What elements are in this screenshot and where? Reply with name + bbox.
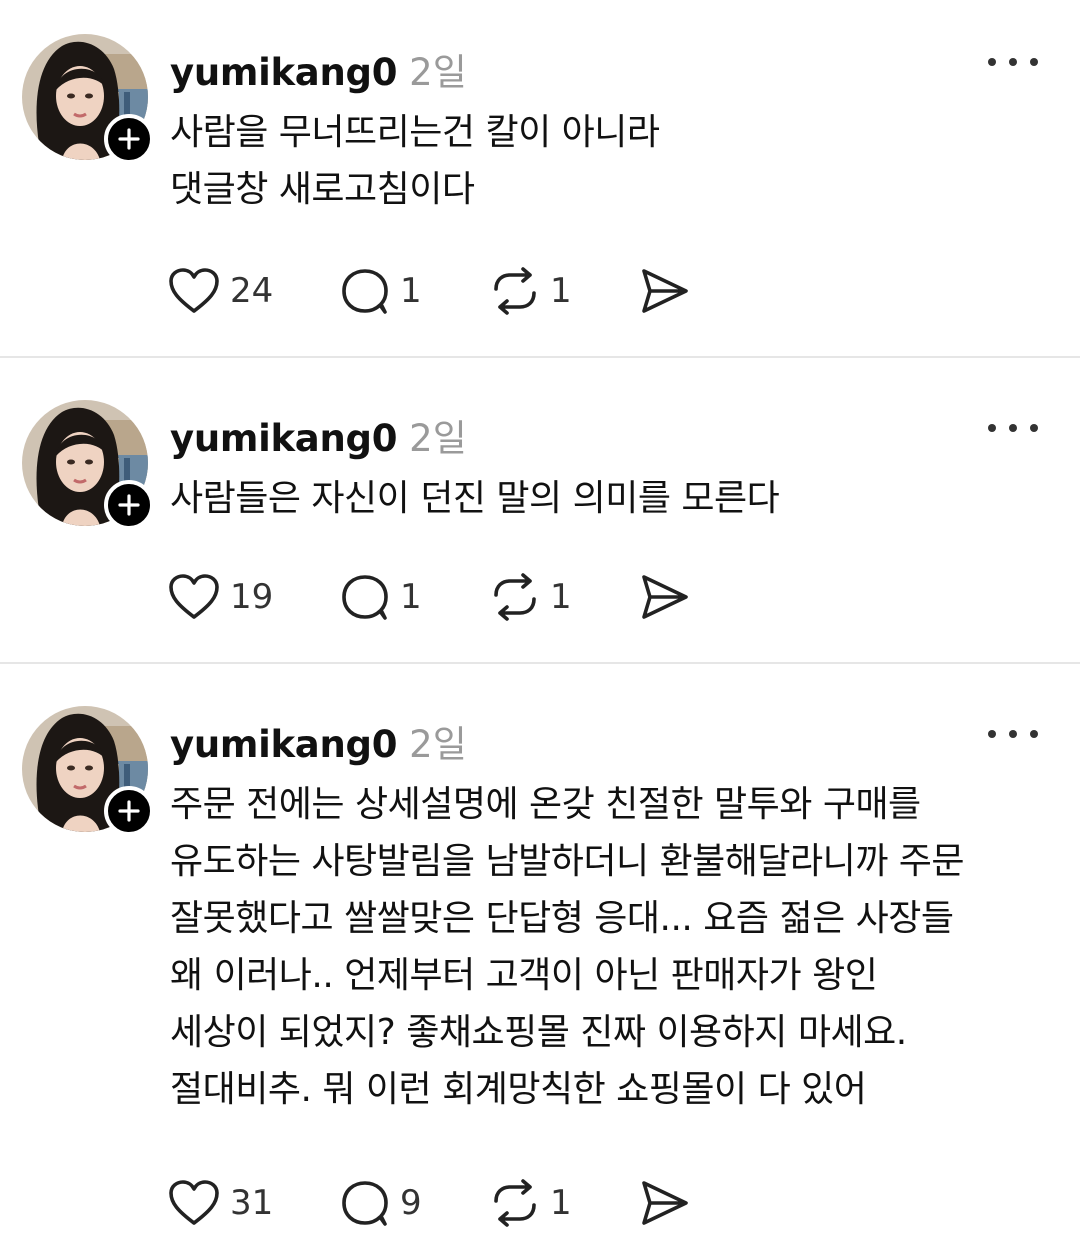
- username[interactable]: yumikang0: [170, 723, 397, 766]
- more-dots-icon[interactable]: [988, 418, 1038, 438]
- more-dots-icon[interactable]: [988, 52, 1038, 72]
- heart-icon: [169, 574, 219, 619]
- post-text-line: 댓글창 새로고침이다: [170, 169, 475, 210]
- post-text-line: 왜 이러나.. 언제부터 고객이 아닌 판매자가 왕인: [170, 955, 878, 996]
- reply-count: 9: [400, 1183, 422, 1223]
- repost-button[interactable]: 1: [490, 572, 572, 622]
- reply-count: 1: [400, 577, 422, 617]
- repost-count: 1: [550, 1183, 572, 1223]
- post-time: 2일: [409, 417, 467, 460]
- more-dots-icon[interactable]: [988, 724, 1038, 744]
- follow-button[interactable]: [104, 114, 154, 164]
- post-text-line: 절대비추. 뭐 이런 회계망칙한 쇼핑몰이 다 있어: [170, 1069, 867, 1110]
- follow-button[interactable]: [104, 480, 154, 530]
- like-button[interactable]: 24: [168, 266, 273, 316]
- like-count: 24: [230, 271, 274, 311]
- repost-icon: [494, 267, 536, 315]
- share-button[interactable]: [638, 266, 690, 316]
- speech-bubble-icon: [342, 1181, 388, 1226]
- reply-button[interactable]: 1: [340, 266, 422, 316]
- follow-button[interactable]: [104, 786, 154, 836]
- post-actions: 31 9 1: [168, 1178, 728, 1228]
- post-text-line: 세상이 되었지? 좋채쇼핑몰 진짜 이용하지 마세요.: [170, 1012, 907, 1053]
- like-count: 19: [230, 577, 274, 617]
- post-divider: [0, 356, 1080, 358]
- send-icon: [642, 1181, 688, 1225]
- like-button[interactable]: 31: [168, 1178, 273, 1228]
- post-actions: 24 1 1: [168, 266, 728, 316]
- repost-count: 1: [550, 577, 572, 617]
- post-header: yumikang0 2일: [170, 42, 467, 94]
- post-time: 2일: [409, 723, 467, 766]
- repost-icon: [494, 573, 536, 621]
- send-icon: [642, 269, 688, 313]
- repost-button[interactable]: 1: [490, 1178, 572, 1228]
- username[interactable]: yumikang0: [170, 417, 397, 460]
- username[interactable]: yumikang0: [170, 51, 397, 94]
- like-button[interactable]: 19: [168, 572, 273, 622]
- post-text-line: 사람을 무너뜨리는건 칼이 아니라: [170, 112, 660, 153]
- post-time: 2일: [409, 51, 467, 94]
- post-text: 주문 전에는 상세설명에 온갖 친절한 말투와 구매를 유도하는 사탕발림을 남…: [170, 776, 1050, 1118]
- post-actions: 19 1 1: [168, 572, 728, 622]
- repost-icon: [494, 1179, 536, 1227]
- plus-icon: [118, 494, 140, 516]
- post-divider: [0, 662, 1080, 664]
- post-header: yumikang0 2일: [170, 408, 467, 460]
- share-button[interactable]: [638, 1178, 690, 1228]
- heart-icon: [169, 268, 219, 313]
- thread-feed: yumikang0 2일 사람을 무너뜨리는건 칼이 아니라 댓글창 새로고침이…: [0, 0, 1080, 1260]
- post-text: 사람을 무너뜨리는건 칼이 아니라 댓글창 새로고침이다: [170, 104, 1050, 218]
- like-count: 31: [230, 1183, 274, 1223]
- post-text-line: 유도하는 사탕발림을 남발하더니 환불해달라니까 주문: [170, 841, 965, 882]
- post-header: yumikang0 2일: [170, 714, 467, 766]
- post-text-line: 잘못했다고 쌀쌀맞은 단답형 응대... 요즘 젊은 사장들: [170, 898, 954, 939]
- repost-button[interactable]: 1: [490, 266, 572, 316]
- plus-icon: [118, 128, 140, 150]
- post-text: 사람들은 자신이 던진 말의 의미를 모른다: [170, 470, 1050, 527]
- speech-bubble-icon: [342, 269, 388, 314]
- reply-button[interactable]: 1: [340, 572, 422, 622]
- heart-icon: [169, 1180, 219, 1225]
- speech-bubble-icon: [342, 575, 388, 620]
- repost-count: 1: [550, 271, 572, 311]
- reply-button[interactable]: 9: [340, 1178, 422, 1228]
- post-text-line: 주문 전에는 상세설명에 온갖 친절한 말투와 구매를: [170, 784, 921, 825]
- reply-count: 1: [400, 271, 422, 311]
- share-button[interactable]: [638, 572, 690, 622]
- plus-icon: [118, 800, 140, 822]
- post-text-line: 사람들은 자신이 던진 말의 의미를 모른다: [170, 478, 780, 519]
- send-icon: [642, 575, 688, 619]
